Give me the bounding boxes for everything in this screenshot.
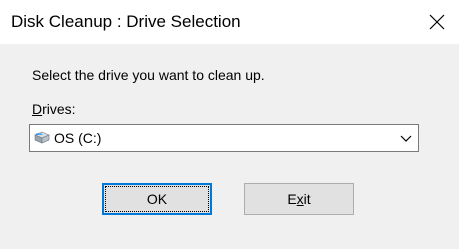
- drives-label-mnemonic: D: [32, 101, 43, 117]
- drives-label: Drives:: [32, 100, 76, 118]
- ok-button[interactable]: OK: [102, 183, 212, 215]
- chevron-down-icon[interactable]: [400, 133, 412, 143]
- ok-button-label: OK: [146, 191, 168, 207]
- exit-label-mnemonic: x: [296, 191, 304, 207]
- exit-label-suffix: it: [303, 191, 311, 207]
- hard-drive-icon: [34, 131, 50, 144]
- title-bar[interactable]: Disk Cleanup : Drive Selection: [0, 0, 459, 44]
- selected-drive-value: OS (C:): [54, 130, 102, 146]
- disk-cleanup-dialog: Disk Cleanup : Drive Selection Select th…: [0, 0, 459, 249]
- close-icon: [429, 14, 445, 30]
- exit-button[interactable]: Exit: [244, 183, 354, 215]
- window-title: Disk Cleanup : Drive Selection: [11, 12, 241, 31]
- close-button[interactable]: [415, 0, 459, 44]
- instruction-text: Select the drive you want to clean up.: [32, 67, 265, 83]
- drives-label-rest: rives:: [42, 101, 76, 117]
- drive-dropdown[interactable]: OS (C:): [29, 124, 419, 152]
- exit-label-prefix: E: [287, 191, 297, 207]
